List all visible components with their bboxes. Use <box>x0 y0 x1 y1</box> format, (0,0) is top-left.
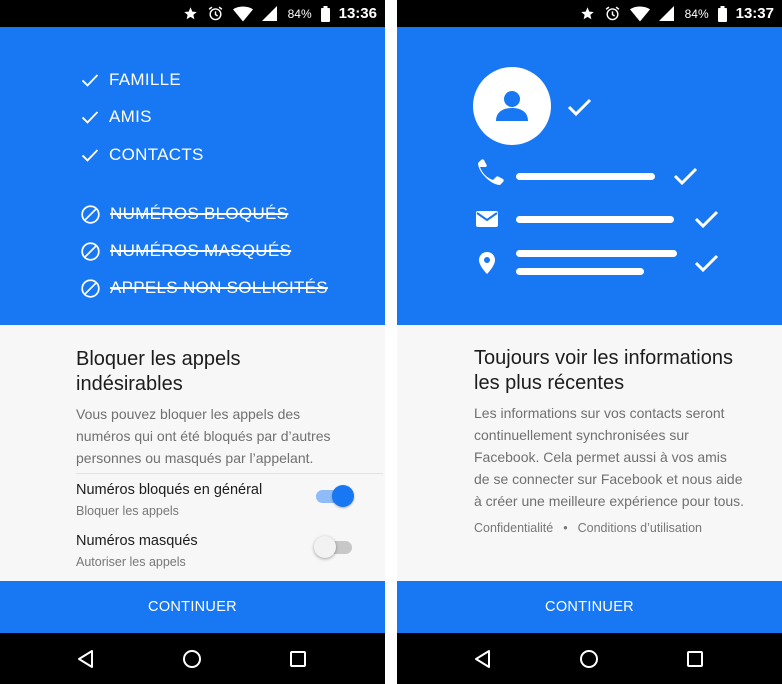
continue-button[interactable]: CONTINUER <box>0 581 385 633</box>
blocked-label: APPELS NON SOLLICITÉS <box>110 278 328 297</box>
info-line <box>516 268 644 275</box>
back-icon[interactable] <box>74 647 98 671</box>
status-bar: 84% 13:37 <box>397 0 782 27</box>
setting-numeros-bloques[interactable]: Numéros bloqués en général Bloquer les a… <box>76 482 366 524</box>
battery-icon <box>717 5 727 22</box>
battery-percentage: 84% <box>287 6 312 21</box>
info-line <box>516 173 655 180</box>
divider <box>76 473 383 474</box>
wifi-icon <box>232 6 253 21</box>
hero-illustration <box>397 27 782 325</box>
phone-icon <box>478 159 504 185</box>
contact-sync-illustration <box>473 67 719 275</box>
allowed-item-contacts: CONTACTS <box>80 143 204 167</box>
privacy-link[interactable]: Confidentialité <box>474 521 553 535</box>
star-icon <box>183 7 197 20</box>
wifi-icon <box>629 6 650 21</box>
allowed-label: FAMILLE <box>109 70 182 89</box>
allowed-label: CONTACTS <box>109 145 204 164</box>
signal-icon <box>261 6 277 21</box>
page-description: Les informations sur vos contacts seront… <box>474 405 745 509</box>
star-icon <box>580 7 594 20</box>
blocked-item-numeros-masques: NUMÉROS MASQUÉS <box>80 239 291 263</box>
setting-label: Numéros masqués <box>76 533 198 549</box>
setting-label: Numéros bloqués en général <box>76 482 263 498</box>
check-icon <box>694 254 719 273</box>
block-icon <box>81 241 100 261</box>
check-icon <box>81 149 99 162</box>
check-icon <box>694 210 719 229</box>
page-title: Bloquer les appels indésirables <box>76 348 241 395</box>
info-line <box>516 216 674 223</box>
info-line <box>516 250 677 257</box>
navigation-bar <box>0 633 385 684</box>
blocked-label: NUMÉROS MASQUÉS <box>110 241 292 260</box>
toggle-switch-off[interactable] <box>314 535 354 559</box>
setting-sublabel: Bloquer les appels <box>76 504 179 518</box>
recents-icon[interactable] <box>683 647 707 671</box>
block-icon <box>81 204 100 224</box>
allowed-item-famille: FAMILLE <box>80 68 181 92</box>
setting-sublabel: Autoriser les appels <box>76 555 186 569</box>
check-icon <box>81 74 99 87</box>
home-icon[interactable] <box>577 647 601 671</box>
battery-icon <box>320 5 330 22</box>
blocked-label: NUMÉROS BLOQUÉS <box>110 204 289 223</box>
back-icon[interactable] <box>471 647 495 671</box>
location-icon <box>479 252 495 274</box>
home-icon[interactable] <box>180 647 204 671</box>
signal-icon <box>658 6 674 21</box>
hero-illustration: FAMILLE AMIS CONTACTS NUMÉROS BLOQUÉS NU… <box>0 27 385 325</box>
setting-numeros-masques[interactable]: Numéros masqués Autoriser les appels <box>76 533 366 575</box>
status-bar: 84% 13:36 <box>0 0 385 27</box>
clock: 13:37 <box>735 5 774 22</box>
terms-link[interactable]: Conditions d’utilisation <box>578 521 702 535</box>
footer-links: Confidentialité • Conditions d’utilisati… <box>474 521 702 535</box>
page-title: Toujours voir les informations les plus … <box>474 347 733 394</box>
toggle-switch-on[interactable] <box>314 484 354 508</box>
check-icon <box>673 167 698 186</box>
alarm-icon <box>605 6 619 21</box>
check-icon <box>567 98 592 117</box>
allowed-item-amis: AMIS <box>80 105 152 129</box>
check-icon <box>81 111 99 124</box>
blocked-item-appels-non-sollicites: APPELS NON SOLLICITÉS <box>80 276 328 300</box>
phone-screen-left: 84% 13:36 FAMILLE AMIS CONTACTS NUMÉROS … <box>0 0 385 684</box>
battery-percentage: 84% <box>684 6 709 21</box>
clock: 13:36 <box>338 5 377 22</box>
recents-icon[interactable] <box>286 647 310 671</box>
link-separator: • <box>563 521 568 535</box>
page-description: Vous pouvez bloquer les appels des numér… <box>76 406 331 466</box>
continue-button[interactable]: CONTINUER <box>397 581 782 633</box>
navigation-bar <box>397 633 782 684</box>
phone-screen-right: 84% 13:37 Toujours voir les informations… <box>397 0 782 684</box>
alarm-icon <box>208 6 222 21</box>
blocked-item-numeros-bloques: NUMÉROS BLOQUÉS <box>80 202 288 226</box>
allowed-label: AMIS <box>109 107 152 126</box>
block-icon <box>81 278 100 298</box>
mail-icon <box>476 211 498 227</box>
